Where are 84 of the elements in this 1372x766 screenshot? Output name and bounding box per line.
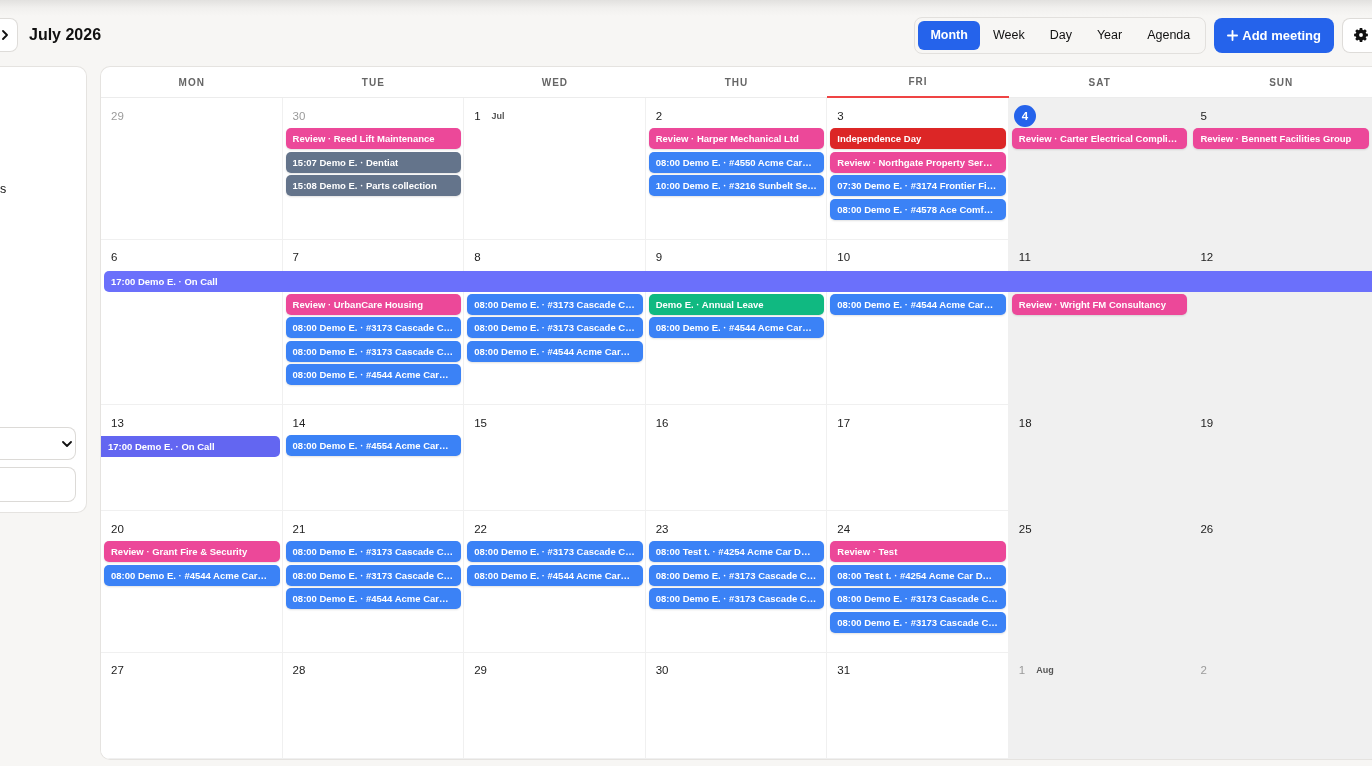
calendar-event[interactable]: 08:00 Demo E. · #4554 Acme Car… <box>285 435 462 456</box>
day-number: 7 <box>292 250 299 264</box>
day-number: 9 <box>655 250 663 264</box>
view-tab[interactable]: Month <box>918 20 980 50</box>
day-number: 19 <box>1200 415 1214 430</box>
day-number: 30 <box>292 108 306 123</box>
day-number: 16 <box>655 415 669 430</box>
day-number: 11 <box>1018 250 1031 264</box>
day-number: 29 <box>111 108 124 123</box>
month-label: Jul <box>491 110 505 121</box>
day-number: 23 <box>655 521 669 536</box>
day-number: 18 <box>1018 415 1032 430</box>
calendar-event[interactable]: 07:30 Demo E. · #3174 Frontier Fi… <box>830 175 1006 196</box>
calendar-event[interactable]: 08:00 Demo E. · #4544 Acme Car… <box>467 340 643 362</box>
view-tab[interactable]: Week <box>980 20 1037 50</box>
select-field[interactable] <box>0 427 76 460</box>
day-number: 14 <box>292 415 306 430</box>
calendar-event[interactable]: 08:00 Test t. · #4254 Acme Car D… <box>648 541 825 562</box>
calendar-event[interactable]: 08:00 Demo E. · #3173 Cascade C… <box>648 588 825 609</box>
multi-day-event[interactable]: 17:00 Demo E. · On Call <box>101 436 280 457</box>
calendar-event[interactable]: 10:00 Demo E. · #3216 Sunbelt Se… <box>648 175 825 196</box>
calendar-event[interactable]: 08:00 Demo E. · #3173 Cascade C… <box>285 317 462 338</box>
calendar-event[interactable]: 08:00 Demo E. · #4544 Acme Car… <box>104 564 280 586</box>
calendar-event[interactable]: 08:00 Test t. · #4254 Acme Car D… <box>830 564 1006 586</box>
chevron-right-icon <box>2 30 8 40</box>
day-number: 31 <box>837 663 851 677</box>
day-number: 29 <box>474 663 487 677</box>
calendar-event[interactable]: Review · Grant Fire & Security <box>104 541 280 562</box>
day-number: 22 <box>474 521 487 536</box>
add-meeting-button[interactable]: Add meeting <box>1214 17 1334 53</box>
day-number: 30 <box>655 663 669 677</box>
day-number: 12 <box>1200 250 1214 264</box>
calendar-event[interactable]: Independence Day <box>830 128 1006 149</box>
day-number: 26 <box>1200 521 1214 536</box>
view-tab[interactable]: Agenda <box>1135 20 1203 50</box>
day-number: 21 <box>292 521 306 536</box>
month-title: July 2026 <box>29 26 102 44</box>
day-number: 10 <box>837 250 851 264</box>
calendar-event[interactable]: 08:00 Demo E. · #3173 Cascade C… <box>830 588 1006 609</box>
day-number: 1 <box>1018 663 1026 677</box>
calendar-event[interactable]: 08:00 Demo E. · #4544 Acme Car… <box>830 293 1006 315</box>
multi-day-event[interactable]: 17:00 Demo E. · On Call <box>104 270 1372 292</box>
calendar-event[interactable]: Review · Bennett Facilities Group <box>1193 128 1369 149</box>
settings-button[interactable] <box>1342 17 1372 53</box>
calendar-event[interactable]: Review · Carter Electrical Compli… <box>1011 128 1188 149</box>
month-label: Aug <box>1036 665 1054 675</box>
calendar-event[interactable]: Review · Harper Mechanical Ltd <box>648 128 825 149</box>
calendar-event[interactable]: Review · Reed Lift Maintenance <box>285 128 462 149</box>
day-number: 20 <box>111 521 124 536</box>
chevron-down-icon <box>62 440 72 447</box>
day-number: 6 <box>111 250 118 264</box>
day-number: 2 <box>1200 663 1207 677</box>
day-number: 13 <box>111 415 124 430</box>
day-number: 28 <box>292 663 306 677</box>
day-number: 25 <box>1018 521 1032 536</box>
next-button[interactable] <box>0 18 18 52</box>
day-number: 2 <box>655 108 663 123</box>
day-number: 24 <box>837 521 851 536</box>
calendar-event[interactable]: 08:00 Demo E. · #3173 Cascade C… <box>467 541 643 562</box>
day-number: 27 <box>111 663 124 677</box>
day-number: 1 <box>474 108 481 123</box>
view-tab[interactable]: Year <box>1084 20 1135 50</box>
view-tab[interactable]: Day <box>1037 20 1084 50</box>
sidebar-label: s <box>0 182 7 196</box>
day-number: 8 <box>474 250 481 264</box>
calendar-event[interactable]: 08:00 Demo E. · #4578 Ace Comf… <box>830 198 1006 220</box>
calendar-event[interactable]: 08:00 Demo E. · #3173 Cascade C… <box>467 317 643 338</box>
day-number: 15 <box>474 415 487 430</box>
input-field[interactable] <box>0 467 76 502</box>
calendar-event[interactable]: 08:00 Demo E. · #4544 Acme Car… <box>467 564 643 586</box>
calendar-event[interactable]: 08:00 Demo E. · #3173 Cascade C… <box>467 293 643 315</box>
calendar-event[interactable]: 08:00 Demo E. · #3173 Cascade C… <box>830 611 1006 633</box>
plus-icon <box>1227 29 1239 41</box>
day-number: 17 <box>837 415 851 430</box>
day-number: 3 <box>837 108 844 123</box>
calendar-event[interactable]: 08:00 Demo E. · #3173 Cascade C… <box>285 541 462 562</box>
day-number: 5 <box>1200 108 1207 123</box>
calendar-event[interactable]: Review · Northgate Property Ser… <box>830 151 1006 173</box>
calendar-event[interactable]: 08:00 Demo E. · #4544 Acme Car… <box>285 364 462 385</box>
calendar-event[interactable]: Review · Test <box>830 541 1006 562</box>
calendar-event[interactable]: 15:08 Demo E. · Parts collection <box>285 175 462 196</box>
settings-icon <box>1354 28 1368 42</box>
calendar-event[interactable]: 08:00 Demo E. · #4544 Acme Car… <box>648 317 825 338</box>
calendar-event[interactable]: 08:00 Demo E. · #4544 Acme Car… <box>285 588 462 609</box>
